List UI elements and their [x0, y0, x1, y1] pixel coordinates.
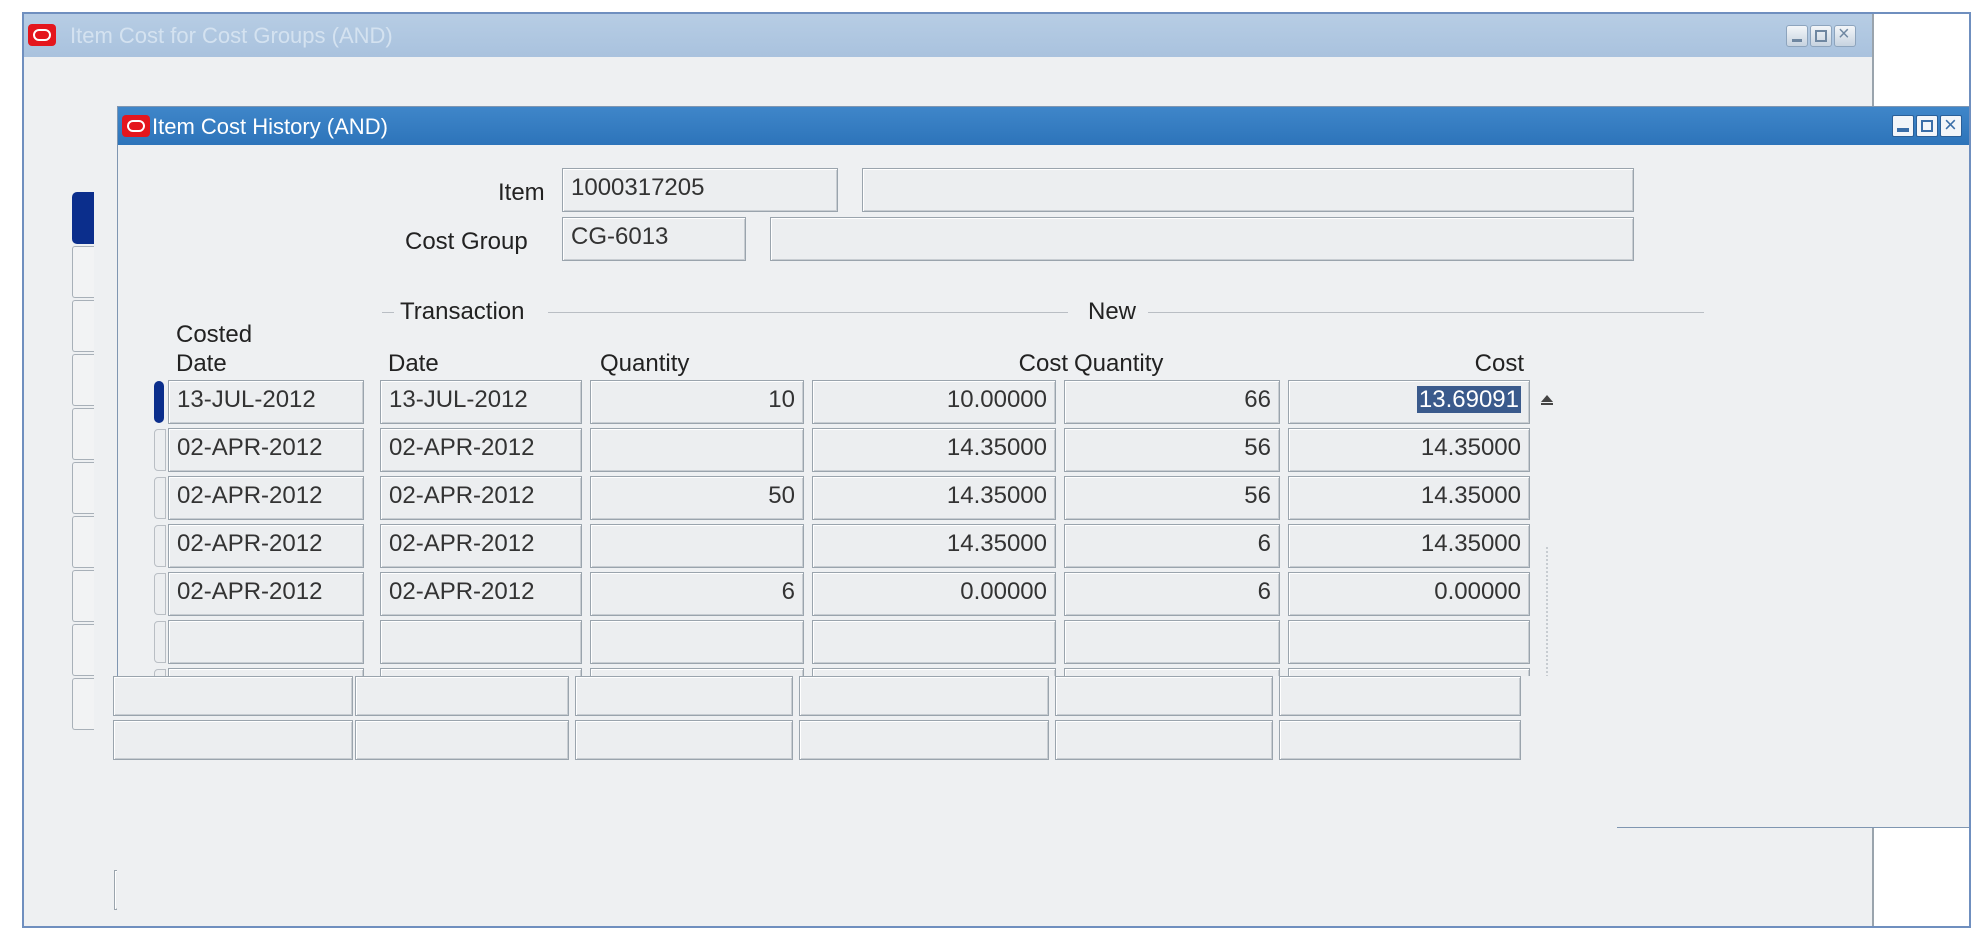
back-table-cell[interactable] — [113, 676, 353, 716]
minimize-icon[interactable] — [1892, 115, 1914, 137]
maximize-icon[interactable] — [1916, 115, 1938, 137]
back-table-cell[interactable] — [113, 720, 353, 760]
column-header-transaction-date: Date — [388, 350, 439, 377]
close-icon[interactable] — [1834, 23, 1856, 47]
transaction-quantity-cell[interactable] — [590, 620, 804, 664]
transaction-date-cell[interactable]: 02-APR-2012 — [380, 572, 582, 616]
costed-date-cell[interactable]: 02-APR-2012 — [168, 428, 364, 472]
new-quantity-cell[interactable]: 66 — [1064, 380, 1280, 424]
back-row-selector[interactable] — [72, 354, 94, 406]
back-table-cell[interactable] — [355, 676, 569, 716]
back-table-cell[interactable] — [1279, 720, 1521, 760]
minimize-icon[interactable] — [1786, 25, 1808, 47]
transaction-cost-cell[interactable]: 0.00000 — [812, 572, 1056, 616]
costed-date-cell[interactable]: 02-APR-2012 — [168, 524, 364, 568]
transaction-date-cell[interactable]: 02-APR-2012 — [380, 476, 582, 520]
back-row-selector[interactable] — [72, 246, 94, 298]
item-label: Item — [498, 179, 545, 206]
costed-date-cell[interactable]: 02-APR-2012 — [168, 476, 364, 520]
group-divider — [1148, 312, 1704, 313]
cost-group-description-field[interactable] — [770, 217, 1634, 261]
back-table-cell[interactable] — [799, 676, 1049, 716]
scroll-up-arrow-icon[interactable] — [1536, 388, 1558, 412]
column-header-transaction-quantity: Quantity — [600, 350, 690, 377]
record-indicator[interactable] — [154, 525, 166, 567]
transaction-date-cell[interactable] — [380, 620, 582, 664]
window-title: Item Cost History (AND) — [152, 114, 388, 139]
back-row-selector[interactable] — [72, 462, 94, 514]
transaction-cost-cell[interactable]: 14.35000 — [812, 428, 1056, 472]
transaction-date-cell[interactable]: 02-APR-2012 — [380, 428, 582, 472]
transaction-date-cell[interactable]: 02-APR-2012 — [380, 524, 582, 568]
back-row-selector[interactable] — [72, 300, 94, 352]
new-quantity-cell[interactable] — [1064, 620, 1280, 664]
screenshot-frame: Item Cost for Cost Groups (AND) Item Cos… — [22, 12, 1971, 928]
group-divider — [548, 312, 1068, 313]
new-quantity-cell[interactable]: 6 — [1064, 572, 1280, 616]
transaction-quantity-cell[interactable]: 50 — [590, 476, 804, 520]
transaction-group-header: Transaction — [400, 298, 525, 325]
transaction-cost-cell[interactable]: 14.35000 — [812, 476, 1056, 520]
vertical-scrollbar-track[interactable] — [1546, 547, 1556, 697]
back-table-cell[interactable] — [575, 676, 793, 716]
record-indicator[interactable] — [154, 573, 166, 615]
costed-date-cell[interactable]: 02-APR-2012 — [168, 572, 364, 616]
back-table-cell[interactable] — [1055, 676, 1273, 716]
back-row-selector-active[interactable] — [72, 192, 94, 244]
back-row-selector[interactable] — [72, 408, 94, 460]
back-row-selector[interactable] — [72, 570, 94, 622]
close-icon[interactable] — [1940, 112, 1962, 138]
back-table-cell[interactable] — [1055, 720, 1273, 760]
new-cost-cell[interactable]: 14.35000 — [1288, 524, 1530, 568]
new-cost-cell[interactable]: 14.35000 — [1288, 428, 1530, 472]
new-quantity-cell[interactable]: 6 — [1064, 524, 1280, 568]
costed-date-cell[interactable]: 13-JUL-2012 — [168, 380, 364, 424]
cost-group-field[interactable]: CG-6013 — [562, 217, 746, 261]
transaction-quantity-cell[interactable] — [590, 428, 804, 472]
transaction-cost-cell[interactable]: 10.00000 — [812, 380, 1056, 424]
back-row-selector[interactable] — [72, 678, 94, 730]
new-group-header: New — [1088, 298, 1137, 325]
costed-header: Costed — [176, 321, 253, 348]
back-table-cell[interactable] — [1279, 676, 1521, 716]
column-header-costed-date: Date — [176, 350, 227, 377]
new-cost-cell-selected[interactable]: 13.69091 — [1288, 380, 1530, 424]
transaction-quantity-cell[interactable]: 10 — [590, 380, 804, 424]
group-divider — [382, 312, 394, 313]
item-field[interactable]: 1000317205 — [562, 168, 838, 212]
oracle-logo-icon — [28, 24, 56, 46]
new-cost-cell[interactable]: 14.35000 — [1288, 476, 1530, 520]
selected-text: 13.69091 — [1416, 386, 1521, 413]
column-header-new-cost: Cost — [1474, 350, 1524, 377]
maximize-icon[interactable] — [1810, 25, 1832, 47]
transaction-date-cell[interactable]: 13-JUL-2012 — [380, 380, 582, 424]
back-window-title: Item Cost for Cost Groups (AND) — [70, 23, 393, 48]
transaction-quantity-cell[interactable] — [590, 524, 804, 568]
back-table-cell[interactable] — [575, 720, 793, 760]
back-row-selector[interactable] — [72, 624, 94, 676]
transaction-quantity-cell[interactable]: 6 — [590, 572, 804, 616]
back-row-selector[interactable] — [72, 516, 94, 568]
oracle-logo-icon — [122, 115, 150, 137]
column-header-transaction-cost: Cost — [1018, 350, 1068, 377]
back-table-cell[interactable] — [355, 720, 569, 760]
new-cost-cell[interactable]: 0.00000 — [1288, 572, 1530, 616]
current-record-indicator[interactable] — [154, 381, 164, 423]
transaction-cost-cell[interactable] — [812, 620, 1056, 664]
transaction-cost-cell[interactable]: 14.35000 — [812, 524, 1056, 568]
new-cost-cell[interactable] — [1288, 620, 1530, 664]
column-header-new-quantity: Quantity — [1074, 350, 1164, 377]
item-description-field[interactable] — [862, 168, 1634, 212]
costed-date-cell[interactable] — [168, 620, 364, 664]
cost-group-label: Cost Group — [405, 228, 528, 255]
record-indicator[interactable] — [154, 429, 166, 471]
new-quantity-cell[interactable]: 56 — [1064, 428, 1280, 472]
record-indicator[interactable] — [154, 621, 166, 663]
lower-panel — [113, 676, 1617, 926]
record-indicator[interactable] — [154, 477, 166, 519]
item-cost-history-titlebar[interactable]: Item Cost History (AND) — [118, 107, 1969, 145]
back-window-titlebar[interactable]: Item Cost for Cost Groups (AND) — [24, 14, 1872, 57]
back-table-cell[interactable] — [799, 720, 1049, 760]
new-quantity-cell[interactable]: 56 — [1064, 476, 1280, 520]
